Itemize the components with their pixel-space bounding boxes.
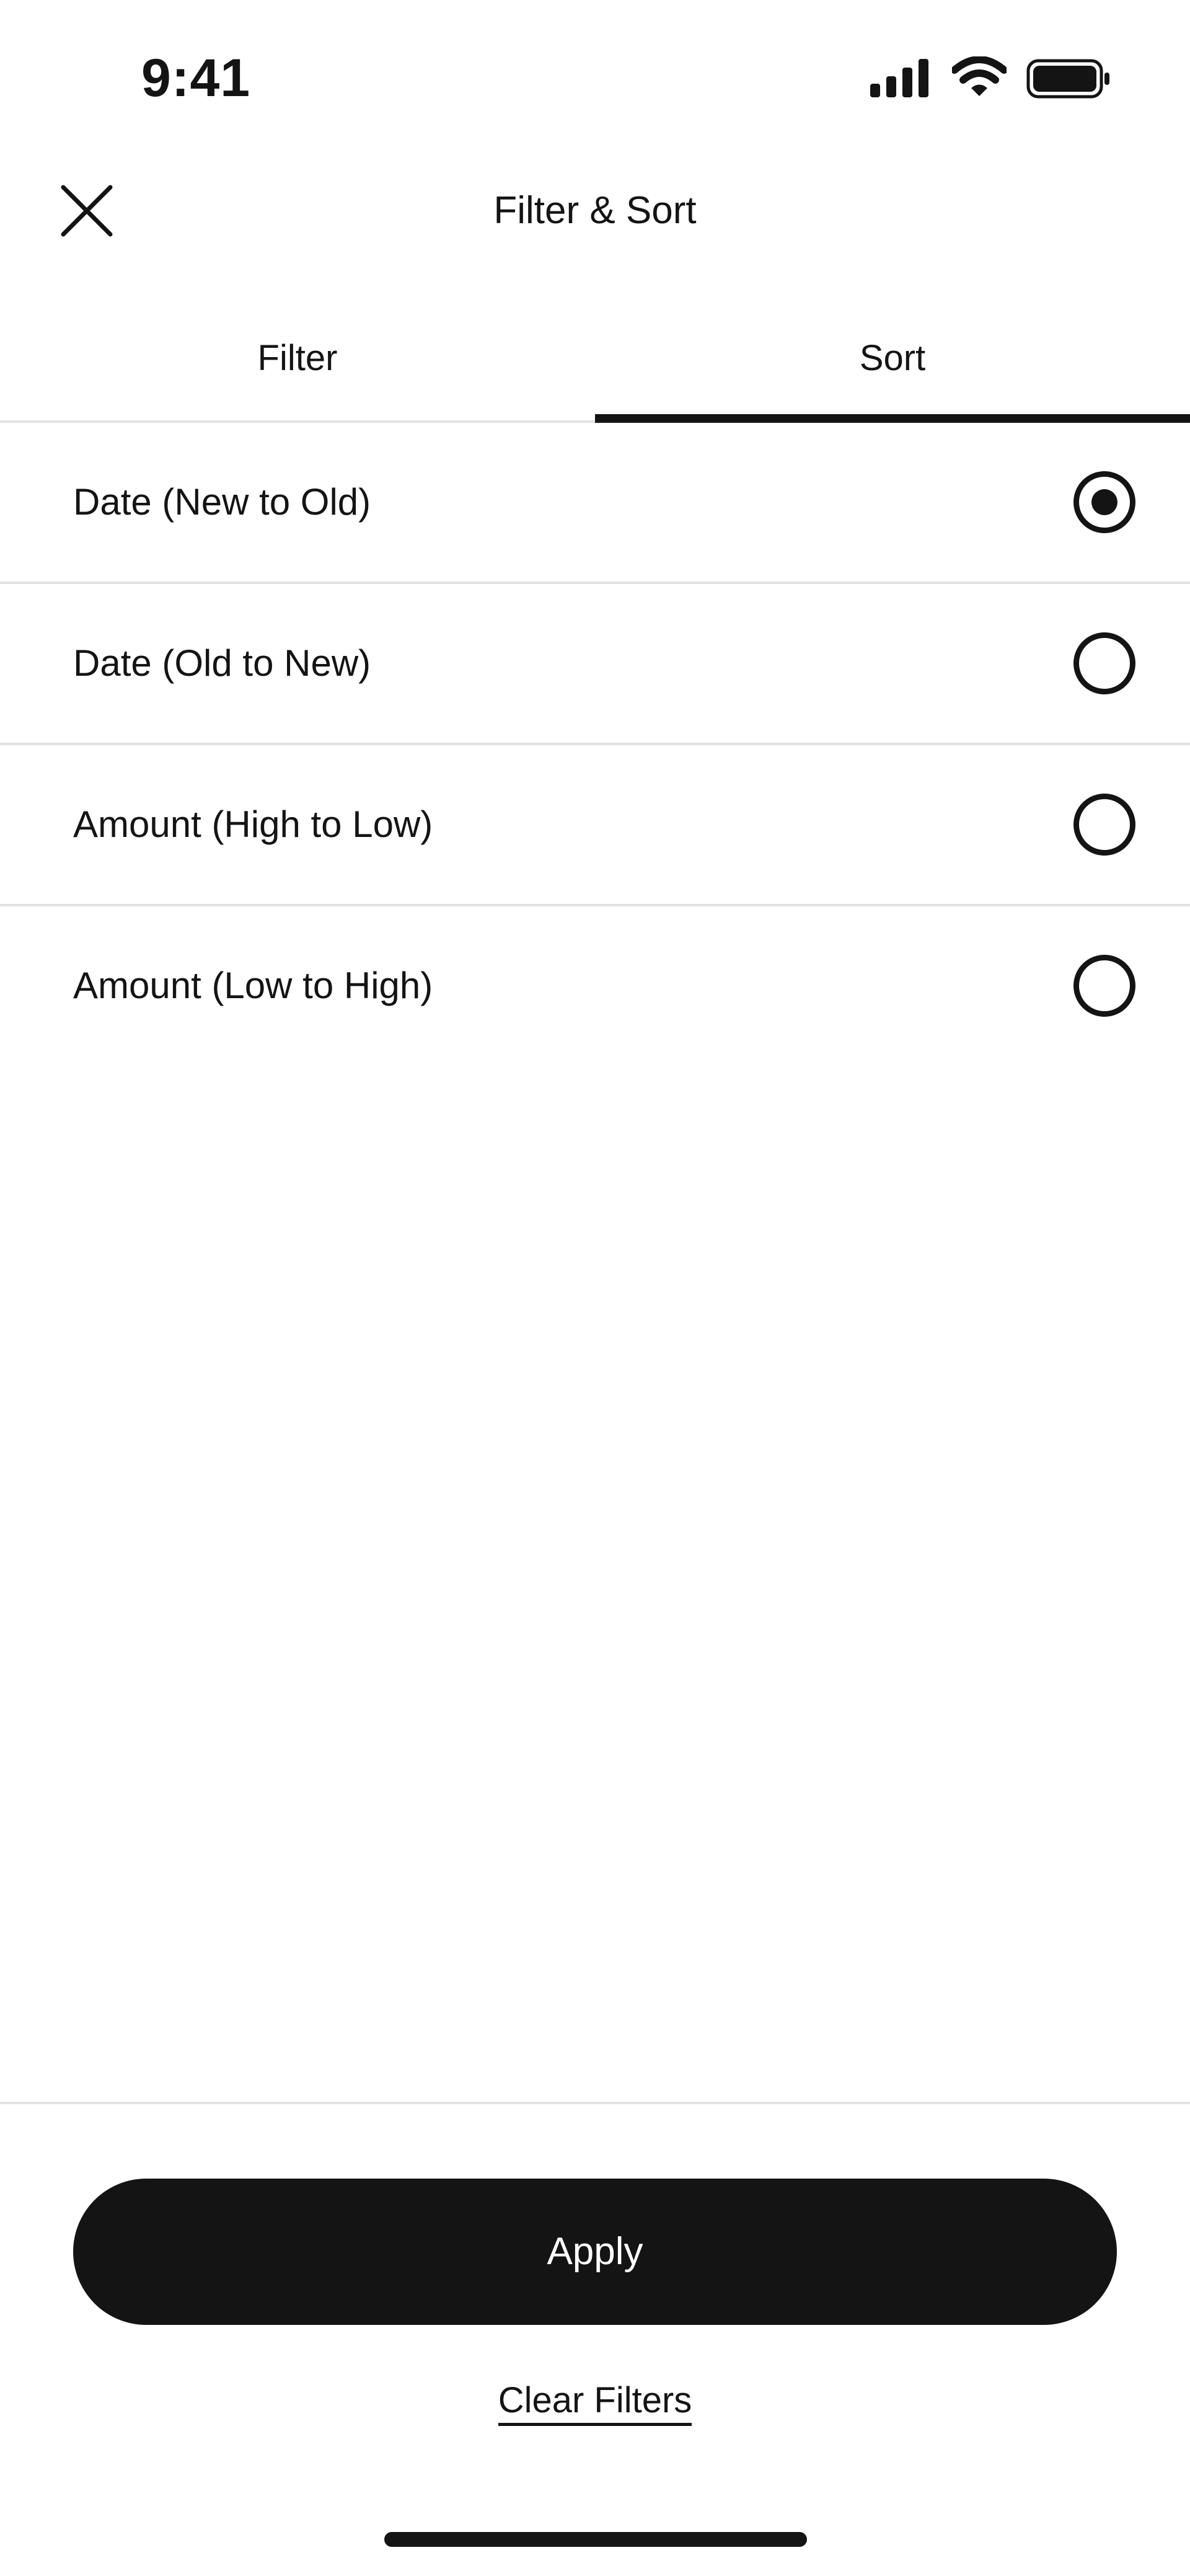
header: Filter & Sort xyxy=(0,143,1190,279)
sort-option-date-new-to-old[interactable]: Date (New to Old) xyxy=(0,423,1190,584)
status-bar: 9:41 xyxy=(0,0,1190,143)
sort-option-label: Amount (Low to High) xyxy=(73,965,433,1006)
sort-options-list: Date (New to Old) Date (Old to New) Amou… xyxy=(0,423,1190,1068)
page-title: Filter & Sort xyxy=(493,189,697,232)
cellular-signal-icon xyxy=(870,59,928,97)
radio-button[interactable] xyxy=(1073,632,1135,694)
battery-icon xyxy=(1026,59,1109,99)
sort-option-date-old-to-new[interactable]: Date (Old to New) xyxy=(0,584,1190,745)
clear-filters-link-container: Clear Filters xyxy=(0,2376,1190,2426)
sort-option-label: Amount (High to Low) xyxy=(73,803,433,845)
footer-divider xyxy=(0,2102,1190,2104)
radio-dot xyxy=(1091,489,1117,515)
tab-selected-indicator xyxy=(595,414,1190,423)
status-time: 9:41 xyxy=(141,48,251,108)
home-indicator xyxy=(384,2532,807,2547)
radio-button[interactable] xyxy=(1073,794,1135,856)
radio-button[interactable] xyxy=(1073,955,1135,1017)
sort-option-label: Date (New to Old) xyxy=(73,481,371,523)
sort-option-amount-high-to-low[interactable]: Amount (High to Low) xyxy=(0,745,1190,906)
sort-option-label: Date (Old to New) xyxy=(73,642,371,684)
clear-filters-link[interactable]: Clear Filters xyxy=(498,2380,692,2426)
wifi-icon xyxy=(952,56,1007,96)
sort-option-amount-low-to-high[interactable]: Amount (Low to High) xyxy=(0,906,1190,1068)
apply-button[interactable]: Apply xyxy=(73,2179,1117,2325)
radio-button-selected[interactable] xyxy=(1073,471,1135,533)
tab-bar: Filter Sort xyxy=(0,316,1190,423)
tab-sort[interactable]: Sort xyxy=(595,316,1190,423)
tab-filter[interactable]: Filter xyxy=(0,316,595,423)
